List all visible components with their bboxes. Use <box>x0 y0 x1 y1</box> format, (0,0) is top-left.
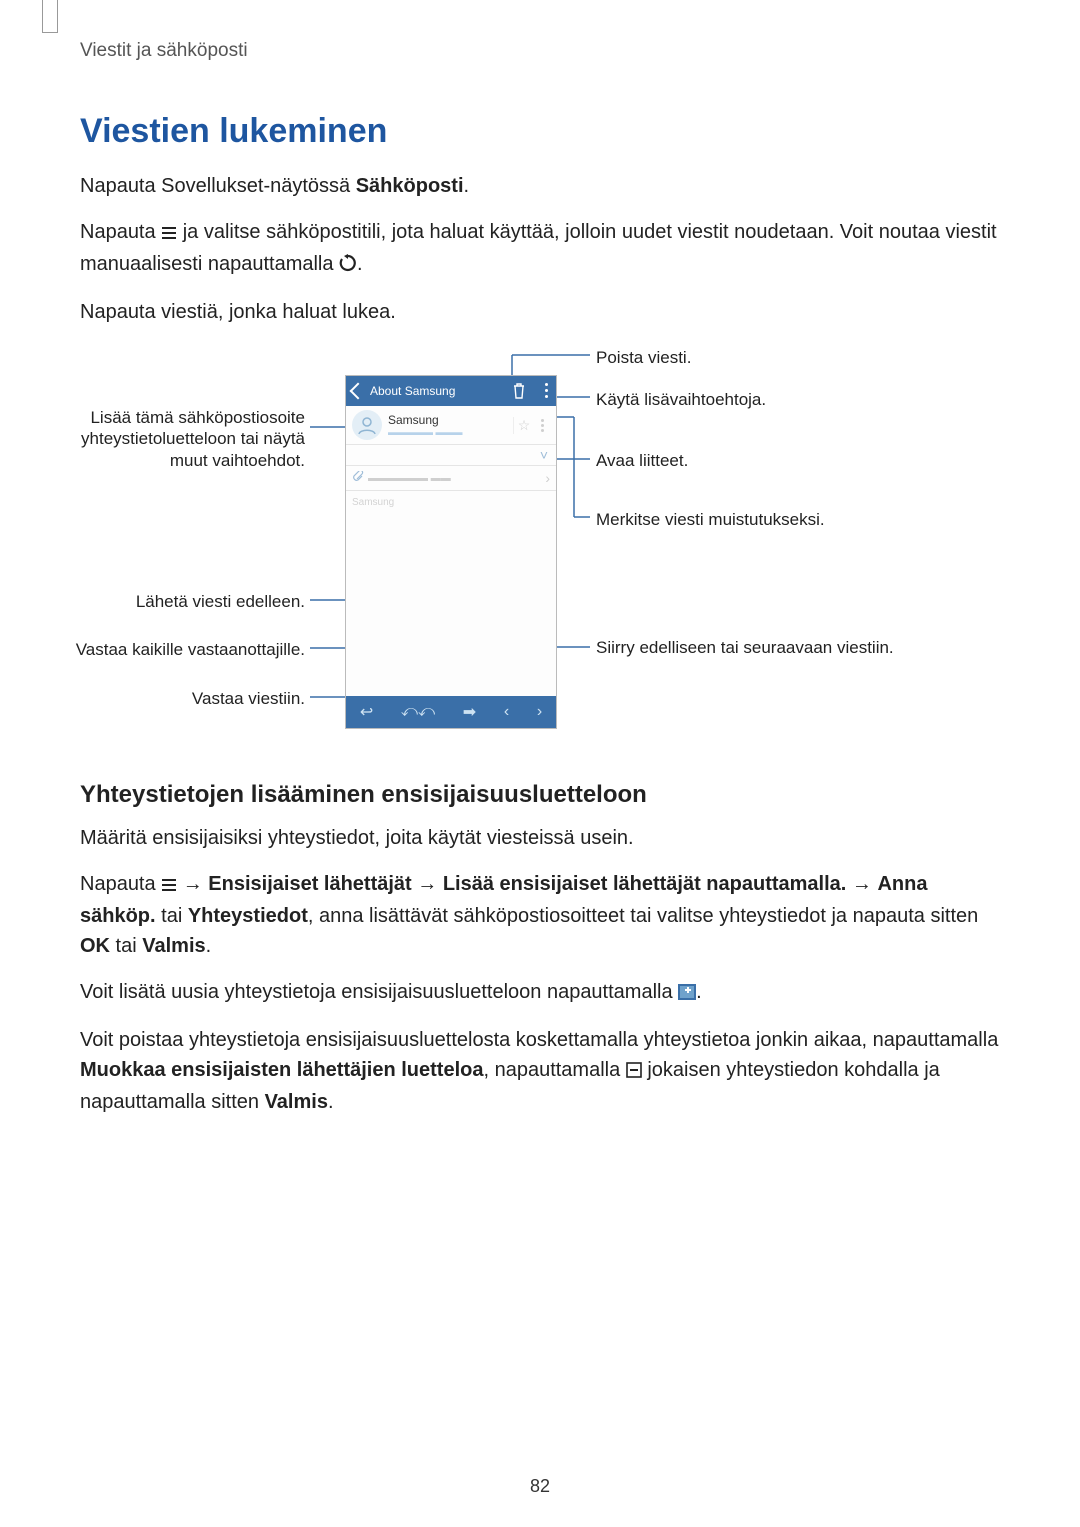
text: Voit lisätä uusia yhteystietoja ensisija… <box>80 981 678 1003</box>
page-content: Viestit ja sähköposti Viestien lukeminen… <box>0 0 1080 1117</box>
paperclip-icon <box>352 471 364 486</box>
menu-list-icon <box>161 871 177 901</box>
paragraph-3: Napauta viestiä, jonka haluat lukea. <box>80 297 1000 327</box>
sender-meta-blurred: ▬▬▬▬▬ ▬▬▬ <box>388 427 513 437</box>
arrow: → <box>417 873 437 895</box>
bold: OK <box>80 935 110 957</box>
label-more-options: Käytä lisävaihtoehtoja. <box>596 389 766 410</box>
label-open-attach: Avaa liitteet. <box>596 450 688 471</box>
text: Napauta <box>80 221 161 243</box>
bold: Yhteystiedot <box>188 905 308 927</box>
arrow: → <box>852 873 872 895</box>
menu-list-icon <box>161 219 177 249</box>
sub-paragraph-3: Voit lisätä uusia yhteystietoja ensisija… <box>80 977 1000 1009</box>
refresh-icon <box>339 251 357 281</box>
text: . <box>206 935 212 957</box>
reply-icon[interactable]: ↩ <box>360 702 373 722</box>
section-heading: Viestien lukeminen <box>80 112 1000 151</box>
phone-header: About Samsung <box>346 376 556 406</box>
sender-info: Samsung ▬▬▬▬▬ ▬▬▬ <box>388 413 513 437</box>
label-prev-next: Siirry edelliseen tai seuraavaan viestii… <box>596 637 896 658</box>
text: tai <box>161 905 188 927</box>
star-icon[interactable]: ☆ <box>513 417 534 434</box>
text: , anna lisättävät sähköpostiosoitteet ta… <box>308 905 978 927</box>
text: . <box>464 175 470 197</box>
avatar-icon[interactable] <box>352 410 382 440</box>
label-reply: Vastaa viestiin. <box>80 688 305 709</box>
text: ja valitse sähköpostitili, jota haluat k… <box>80 221 997 275</box>
breadcrumb: Viestit ja sähköposti <box>80 40 1000 62</box>
text: . <box>696 981 702 1003</box>
arrow: → <box>183 873 203 895</box>
label-reply-all: Vastaa kaikille vastaanottajille. <box>50 639 305 660</box>
back-icon[interactable] <box>350 383 367 400</box>
remove-item-icon <box>626 1057 642 1087</box>
phone-header-title: About Samsung <box>370 384 455 398</box>
page-number: 82 <box>0 1476 1080 1497</box>
add-contact-icon <box>678 979 696 1009</box>
label-mark-reminder: Merkitse viesti muistutukseksi. <box>596 509 825 530</box>
text: tai <box>110 935 142 957</box>
text: Voit poistaa yhteystietoja ensisijaisuus… <box>80 1029 998 1051</box>
reply-all-icon[interactable]: ⤺⤺ <box>401 703 435 721</box>
attachment-name-blurred: ▬▬▬▬▬▬ ▬▬ <box>368 473 451 484</box>
subsection-heading: Yhteystietojen lisääminen ensisijaisuusl… <box>80 781 1000 809</box>
phone-mock: About Samsung Samsung ▬▬▬▬▬ ▬▬▬ ☆ ˅ <box>345 375 557 729</box>
email-diagram: About Samsung Samsung ▬▬▬▬▬ ▬▬▬ ☆ ˅ <box>80 347 1000 747</box>
text: Napauta Sovellukset-näytössä <box>80 175 356 197</box>
label-add-contact: Lisää tämä sähköpostiosoite yhteystietol… <box>50 407 305 471</box>
text: . <box>328 1091 334 1113</box>
next-icon[interactable]: › <box>537 703 542 721</box>
sender-row[interactable]: Samsung ▬▬▬▬▬ ▬▬▬ ☆ <box>346 406 556 445</box>
label-delete: Poista viesti. <box>596 347 691 368</box>
bold-app-name: Sähköposti <box>356 175 464 197</box>
prev-icon[interactable]: ‹ <box>504 703 509 721</box>
chevron-right-icon[interactable]: › <box>545 470 550 486</box>
trash-icon[interactable] <box>512 383 526 402</box>
paragraph-1: Napauta Sovellukset-näytössä Sähköposti. <box>80 171 1000 201</box>
bold: Valmis <box>265 1091 328 1113</box>
row-more-icon[interactable] <box>534 417 550 434</box>
text: . <box>357 253 363 275</box>
sub-paragraph-1: Määritä ensisijaisiksi yhteystiedot, joi… <box>80 823 1000 853</box>
phone-footer: ↩ ⤺⤺ ➡ ‹ › <box>346 696 556 728</box>
bold: Muokkaa ensisijaisten lähettäjien luette… <box>80 1059 483 1081</box>
forward-icon[interactable]: ➡ <box>463 702 476 722</box>
email-body: Samsung <box>346 491 556 514</box>
label-forward: Lähetä viesti edelleen. <box>80 591 305 612</box>
text: Napauta <box>80 873 161 895</box>
bold: Valmis <box>142 935 205 957</box>
paragraph-2: Napauta ja valitse sähköpostitili, jota … <box>80 217 1000 281</box>
sub-paragraph-2: Napauta → Ensisijaiset lähettäjät → Lisä… <box>80 869 1000 961</box>
attachment-row[interactable]: ▬▬▬▬▬▬ ▬▬ › <box>346 466 556 491</box>
bold: Lisää ensisijaiset lähettäjät napauttama… <box>443 873 847 895</box>
text: , napauttamalla <box>483 1059 625 1081</box>
more-options-icon[interactable] <box>545 383 548 398</box>
collapse-icon[interactable]: ˅ <box>346 445 556 466</box>
sub-paragraph-4: Voit poistaa yhteystietoja ensisijaisuus… <box>80 1025 1000 1117</box>
bold: Ensisijaiset lähettäjät <box>208 873 411 895</box>
sender-name: Samsung <box>388 413 513 427</box>
